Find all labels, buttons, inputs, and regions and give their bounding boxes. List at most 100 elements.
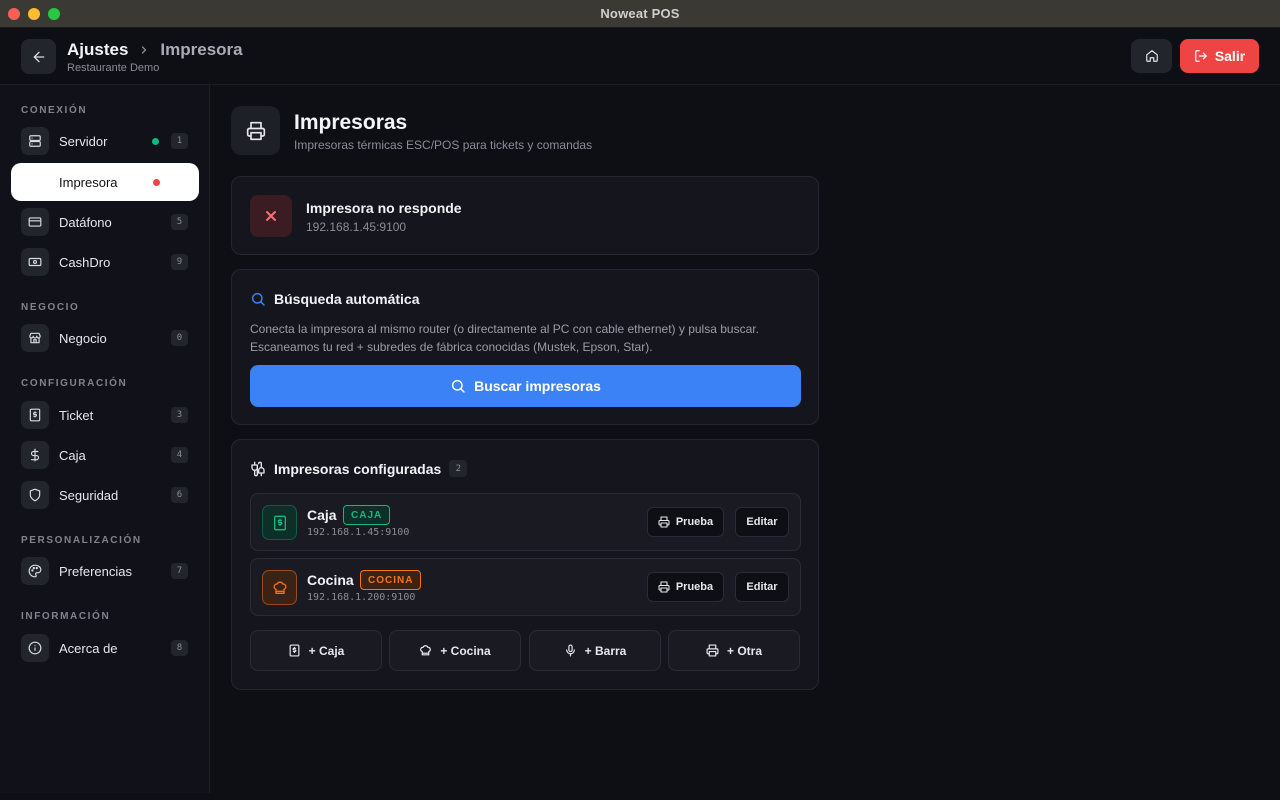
status-title: Impresora no responde	[306, 200, 462, 216]
page-subtitle: Impresoras térmicas ESC/POS para tickets…	[294, 138, 593, 152]
section-title-information: INFORMACIÓN	[21, 611, 111, 622]
auto-search-card: Búsqueda automática Conecta la impresora…	[231, 269, 819, 425]
sidebar-item-label: Caja	[59, 447, 86, 463]
main-content: Impresoras Impresoras térmicas ESC/POS p…	[210, 85, 1280, 793]
title-bar: Noweat POS	[0, 0, 1280, 28]
shortcut-badge: 0	[171, 330, 188, 346]
sidebar-item-server[interactable]: Servidor 1	[11, 122, 199, 160]
sidebar: CONEXIÓN Servidor 1 Impresora Datáfono 5…	[0, 85, 210, 793]
search-icon	[452, 379, 465, 393]
printer-type-badge: COCINA	[360, 570, 422, 590]
chef-hat-icon	[420, 645, 432, 656]
printer-row-cocina: Cocina COCINA 192.168.1.200:9100 Prueba …	[250, 558, 801, 616]
banknote-icon	[21, 248, 49, 276]
test-print-button[interactable]: Prueba	[647, 507, 724, 537]
add-button-label: + Barra	[584, 643, 627, 658]
section-title-configuration: CONFIGURACIÓN	[21, 378, 128, 389]
home-button[interactable]	[1131, 39, 1172, 73]
section-title-connection: CONEXIÓN	[21, 105, 88, 116]
edit-printer-button[interactable]: Editar	[735, 572, 789, 602]
printer-type-badge: CAJA	[343, 505, 391, 525]
exit-label: Salir	[1214, 48, 1246, 64]
shortcut-badge: 5	[171, 214, 188, 230]
printer-address: 192.168.1.200:9100	[307, 592, 416, 603]
home-icon	[1145, 50, 1158, 62]
shield-icon	[21, 481, 49, 509]
search-printers-button[interactable]: Buscar impresoras	[250, 365, 801, 407]
add-barra-printer-button[interactable]: + Barra	[529, 630, 661, 671]
server-icon	[21, 127, 49, 155]
sidebar-item-cashdro[interactable]: CashDro 9	[11, 243, 199, 281]
sidebar-item-label: Negocio	[59, 330, 107, 346]
add-cocina-printer-button[interactable]: + Cocina	[389, 630, 521, 671]
logout-icon	[1194, 50, 1207, 62]
error-x-icon	[250, 195, 292, 237]
add-other-printer-button[interactable]: + Otra	[668, 630, 800, 671]
shortcut-badge: 3	[171, 407, 188, 423]
app-window: Noweat POS Ajustes Impresora Restaurante…	[0, 0, 1280, 800]
shortcut-badge: 9	[171, 254, 188, 270]
exit-button[interactable]: Salir	[1180, 39, 1259, 73]
sidebar-item-printer[interactable]: Impresora	[11, 163, 199, 201]
add-button-label: + Cocina	[440, 643, 491, 658]
chef-hat-icon	[262, 570, 297, 605]
search-printers-label: Buscar impresoras	[474, 378, 601, 394]
printer-name: Caja	[307, 507, 337, 523]
sidebar-item-card-terminal[interactable]: Datáfono 5	[11, 203, 199, 241]
sidebar-item-cash-register[interactable]: Caja 4	[11, 436, 199, 474]
printer-count-badge: 2	[449, 460, 468, 477]
status-address: 192.168.1.45:9100	[306, 220, 407, 234]
add-caja-printer-button[interactable]: + Caja	[250, 630, 382, 671]
palette-icon	[21, 557, 49, 585]
search-title-label: Búsqueda automática	[274, 291, 420, 307]
sidebar-item-label: Impresora	[59, 174, 118, 190]
restaurant-name: Restaurante Demo	[67, 62, 160, 74]
sidebar-item-business[interactable]: Negocio 0	[11, 319, 199, 357]
search-icon	[251, 292, 265, 306]
back-button[interactable]	[21, 39, 56, 74]
configured-title: Impresoras configuradas 2	[250, 460, 468, 477]
plug-icon	[251, 461, 265, 476]
dollar-icon	[21, 441, 49, 469]
shortcut-badge: 7	[171, 563, 188, 579]
window-controls	[8, 8, 60, 20]
microphone-icon	[565, 644, 575, 657]
app-header: Ajustes Impresora Restaurante Demo Salir	[0, 28, 1280, 85]
search-description-line: Escaneamos tu red + subredes de fábrica …	[250, 340, 653, 354]
sidebar-item-about[interactable]: Acerca de 8	[11, 629, 199, 667]
section-title-business: NEGOCIO	[21, 302, 80, 313]
test-print-label: Prueba	[675, 581, 714, 593]
info-icon	[21, 634, 49, 662]
status-dot-offline	[153, 179, 160, 186]
close-window-button[interactable]	[8, 8, 20, 20]
shortcut-badge: 8	[171, 640, 188, 656]
status-dot-online	[152, 138, 159, 145]
sidebar-item-security[interactable]: Seguridad 6	[11, 476, 199, 514]
breadcrumb-current: Impresora	[160, 40, 243, 59]
printer-icon	[231, 106, 280, 155]
minimize-window-button[interactable]	[28, 8, 40, 20]
sidebar-item-label: Datáfono	[59, 214, 112, 230]
sidebar-item-preferences[interactable]: Preferencias 7	[11, 552, 199, 590]
printer-address: 192.168.1.45:9100	[307, 527, 410, 538]
printer-icon	[658, 581, 670, 593]
receipt-icon	[21, 401, 49, 429]
add-button-label: + Caja	[308, 643, 345, 658]
printer-status-card: Impresora no responde 192.168.1.45:9100	[231, 176, 819, 255]
shortcut-badge: 6	[171, 487, 188, 503]
sidebar-item-label: Seguridad	[59, 487, 119, 503]
add-button-label: + Otra	[726, 643, 762, 658]
maximize-window-button[interactable]	[48, 8, 60, 20]
credit-card-icon	[21, 208, 49, 236]
breadcrumb-settings[interactable]: Ajustes	[67, 40, 128, 60]
test-print-button[interactable]: Prueba	[647, 572, 724, 602]
configured-title-label: Impresoras configuradas	[274, 460, 442, 477]
sidebar-item-ticket[interactable]: Ticket 3	[11, 396, 199, 434]
edit-printer-button[interactable]: Editar	[735, 507, 789, 537]
window-title: Noweat POS	[600, 6, 680, 21]
sidebar-item-label: CashDro	[59, 254, 111, 270]
section-title-personalization: PERSONALIZACIÓN	[21, 535, 142, 546]
printer-name: Cocina	[307, 572, 354, 588]
sidebar-item-label: Preferencias	[59, 563, 132, 579]
chevron-right-icon	[138, 44, 150, 56]
